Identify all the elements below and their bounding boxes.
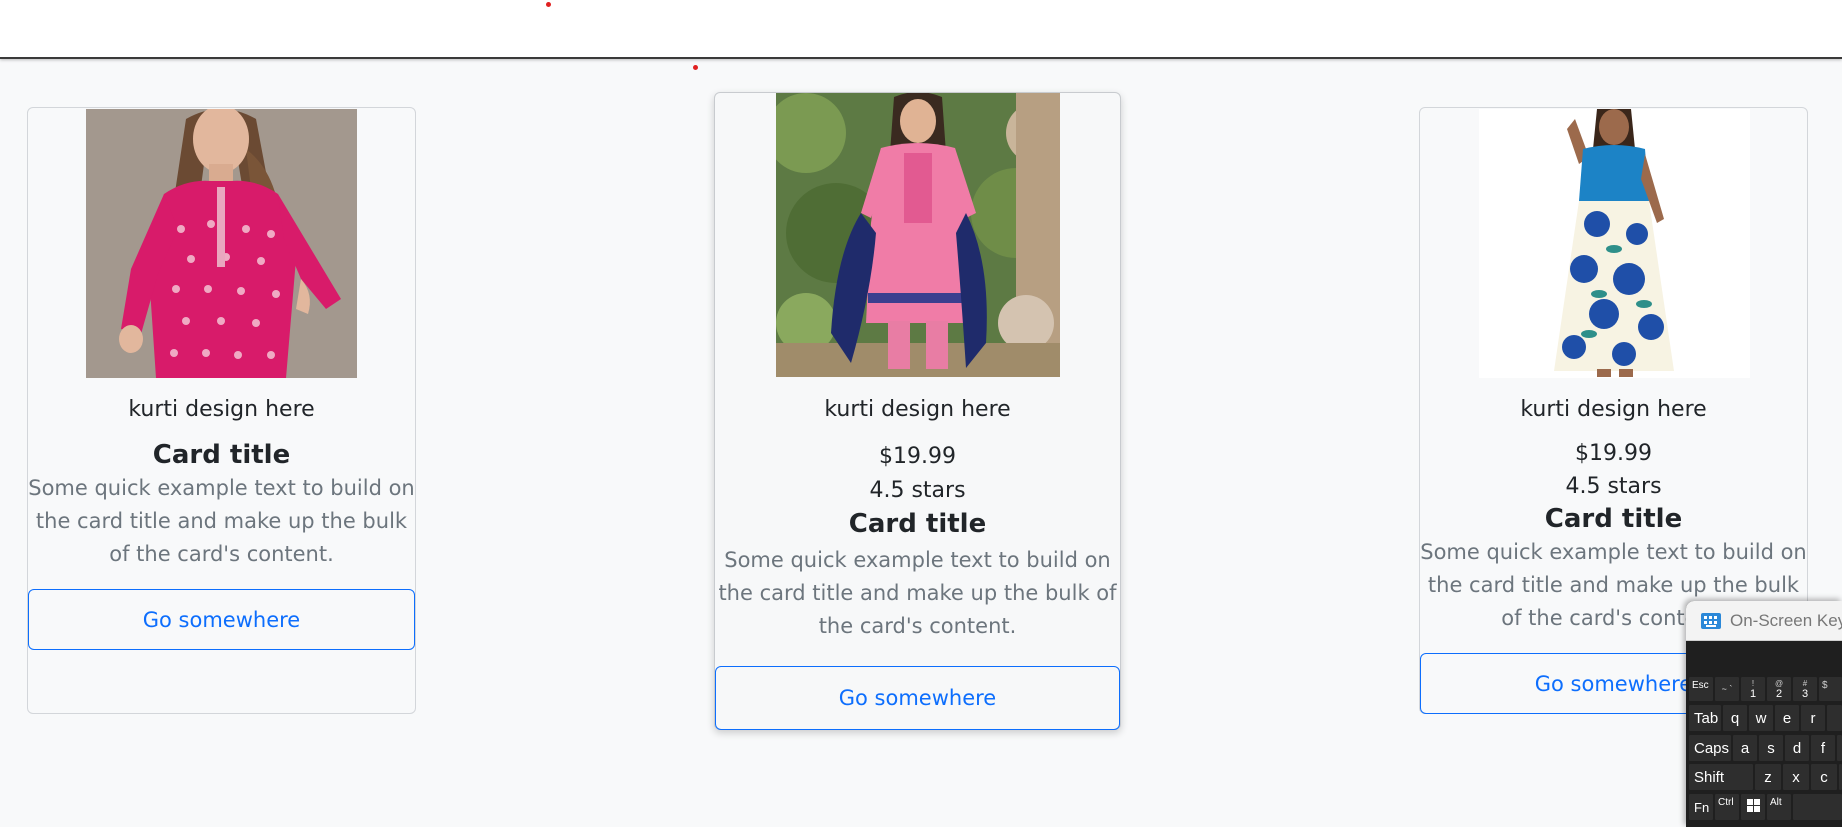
rating-label: 4.5 stars (869, 478, 966, 503)
key-g-partial[interactable] (1837, 735, 1842, 761)
rating-label: 4.5 stars (1565, 474, 1662, 499)
key-z[interactable]: z (1755, 764, 1781, 790)
key-tilde[interactable]: ~ ` (1715, 677, 1739, 701)
red-marker-dot (693, 65, 698, 70)
key-x[interactable]: x (1783, 764, 1809, 790)
card-text: Some quick example text to build on the … (718, 548, 1117, 638)
key-a[interactable]: a (1733, 735, 1757, 761)
keyboard-icon (1700, 612, 1722, 630)
key-d[interactable]: d (1785, 735, 1809, 761)
key-4[interactable]: $ (1819, 677, 1842, 701)
red-marker-dot (546, 2, 551, 7)
key-2-label: 2 (1775, 687, 1783, 700)
key-space-partial[interactable] (1793, 794, 1842, 820)
key-2-shift-label: @ (1774, 678, 1784, 688)
key-ctrl[interactable]: Ctrl (1715, 794, 1739, 820)
key-w[interactable]: w (1749, 705, 1773, 731)
go-somewhere-button[interactable]: Go somewhere (28, 589, 415, 650)
onscreen-keyboard-window[interactable]: On-Screen Key Esc ~ ` ! 1 @ 2 # 3 $ Tab … (1686, 601, 1842, 827)
key-tab[interactable]: Tab (1689, 705, 1721, 731)
kurti-design-label: kurti design here (824, 397, 1011, 422)
key-r[interactable]: r (1801, 705, 1825, 731)
product-image-floral-dress (1479, 109, 1750, 378)
key-2[interactable]: @ 2 (1767, 677, 1791, 701)
key-caps[interactable]: Caps (1689, 735, 1731, 761)
key-e[interactable]: e (1775, 705, 1799, 731)
key-windows[interactable] (1741, 794, 1765, 820)
key-3-label: 3 (1801, 687, 1809, 700)
key-1[interactable]: ! 1 (1741, 677, 1765, 701)
key-c[interactable]: c (1811, 764, 1837, 790)
onscreen-keyboard-title: On-Screen Key (1730, 610, 1842, 630)
card-title: Card title (848, 509, 987, 539)
key-t-partial[interactable] (1827, 705, 1842, 731)
go-somewhere-button[interactable]: Go somewhere (715, 666, 1120, 730)
card-title: Card title (152, 440, 291, 470)
key-shift[interactable]: Shift (1689, 764, 1753, 790)
product-image-salwar-suit (776, 93, 1060, 377)
key-alt[interactable]: Alt (1767, 794, 1791, 820)
kurti-design-label: kurti design here (128, 397, 315, 422)
onscreen-keyboard-titlebar[interactable]: On-Screen Key (1686, 601, 1842, 641)
price-label: $19.99 (879, 444, 956, 469)
product-card-2: kurti design here $19.99 4.5 stars Card … (714, 92, 1121, 730)
key-fn[interactable]: Fn (1689, 794, 1713, 820)
key-3-shift-label: # (1802, 678, 1808, 688)
key-q[interactable]: q (1723, 705, 1747, 731)
product-image-pink-kurti (86, 109, 357, 378)
key-1-label: 1 (1749, 687, 1757, 700)
key-s[interactable]: s (1759, 735, 1783, 761)
key-1-shift-label: ! (1751, 678, 1755, 688)
card-title: Card title (1544, 504, 1683, 534)
key-3[interactable]: # 3 (1793, 677, 1817, 701)
price-label: $19.99 (1575, 441, 1652, 466)
product-card-1: kurti design here Card title Some quick … (27, 107, 416, 714)
key-f[interactable]: f (1811, 735, 1835, 761)
top-navbar (0, 0, 1842, 59)
key-esc[interactable]: Esc (1689, 677, 1713, 701)
kurti-design-label: kurti design here (1520, 397, 1707, 422)
card-text: Some quick example text to build on the … (28, 476, 415, 566)
windows-logo-icon (1746, 798, 1760, 816)
